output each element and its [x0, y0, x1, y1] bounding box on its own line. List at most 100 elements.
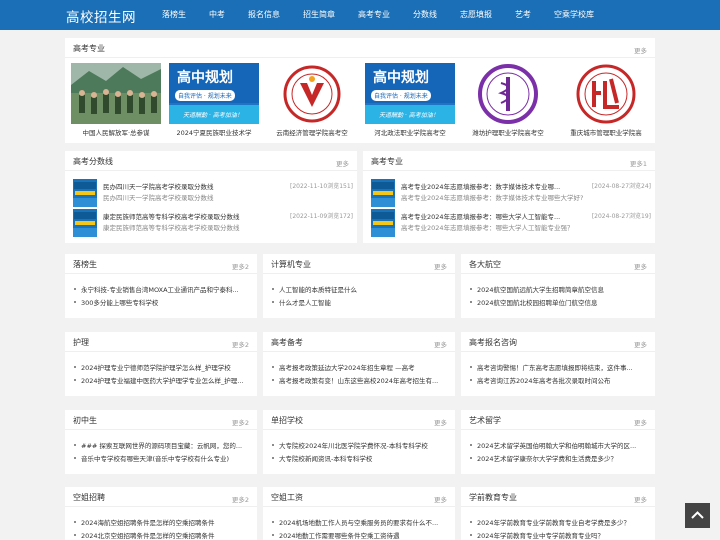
- featured-caption: 2024宁夏民族职业技术学: [176, 129, 252, 137]
- more-link[interactable]: 更多2: [232, 339, 249, 349]
- banner-slogan: 天道酬勤 · 高考加油！: [379, 112, 439, 119]
- featured-caption: 云南经济管理学院高考空: [276, 129, 348, 137]
- card-title: 空姐招聘: [73, 493, 105, 502]
- site-logo[interactable]: 高校招生网: [66, 6, 136, 26]
- list-item[interactable]: 2024海航空姐招聘条件是怎样的空乘招聘条件: [73, 517, 249, 530]
- list-item[interactable]: 高考报考政策有变！山东这些高校2024年高考招生有...: [271, 375, 447, 388]
- nav-item-art-exam[interactable]: 艺考: [506, 0, 540, 30]
- list-item[interactable]: 2024护理专业福建中医药大学护理学专业怎么样_护理...: [73, 375, 249, 388]
- banner-sub-text: 自我评估 · 规划未来: [175, 90, 235, 101]
- featured-caption: 河北政法职业学院高考空: [374, 129, 446, 137]
- nav-item-majors[interactable]: 高考专业: [349, 0, 399, 30]
- more-link[interactable]: 更多: [634, 417, 647, 427]
- featured-item[interactable]: 中国人民解放军·总参谋: [71, 63, 161, 137]
- banner-main-text: 高中规划: [373, 70, 429, 86]
- article-title[interactable]: 康定民族师范高等专科学校高考学校录取分数线: [103, 211, 240, 221]
- nav-item-scores[interactable]: 分数线: [404, 0, 446, 30]
- card-title: 空姐工资: [271, 493, 303, 502]
- list-item[interactable]: 2024航空国航远航大学生招聘简章航空信息: [469, 284, 647, 297]
- more-link[interactable]: 更多: [434, 417, 447, 427]
- card-title: 单招学校: [271, 416, 303, 425]
- more-link[interactable]: 更多: [634, 261, 647, 271]
- article-desc: 民办四川天一学院高考学校录取分数线: [103, 194, 214, 202]
- nav-item-flight-attendant-schools[interactable]: 空乘学校库: [545, 0, 603, 30]
- featured-item[interactable]: 潍坊护理职业学院高考空: [463, 63, 553, 137]
- list-item[interactable]: 永宁科技-专业销售台湾MOXA工业通讯产品和宁泰科...: [73, 284, 249, 297]
- article-item[interactable]: 康定民族师范高等专科学校高考学校录取分数线 [2022-11-09浏览172] …: [73, 209, 353, 237]
- article-title[interactable]: 高考专业2024年志愿填报参考：数字媒体技术专业哪...: [401, 181, 560, 191]
- article-title[interactable]: 高考专业2024年志愿填报参考：哪些大学人工智能专...: [401, 211, 560, 221]
- planning-banner-image: 高中规划 自我评估 · 规划未来 天道酬勤 · 高考加油！: [365, 63, 455, 124]
- article-desc: 高考专业2024年志愿填报参考：哪些大学人工智能专业强？: [401, 224, 574, 232]
- list-item[interactable]: ### 探索互联网世界的源码项目宝藏：云帆网，您的...: [73, 440, 249, 453]
- list-item[interactable]: 2024航空国航北校园招聘单位门航空信息: [469, 297, 647, 310]
- category-card: 高考备考 更多 高考报考政策延边大学2024年招生章程 —高考 高考报考政策有变！山…: [263, 332, 455, 396]
- article-meta: [2022-11-09浏览172]: [289, 213, 353, 220]
- list-item[interactable]: 2024机场地勤工作人员与空乘服务员的要求有什么不...: [271, 517, 447, 530]
- more-link[interactable]: 更多: [434, 339, 447, 349]
- list-item[interactable]: 什么才是人工智能: [271, 297, 447, 310]
- medical-seal-image: [463, 63, 553, 124]
- article-thumbnail: [73, 179, 97, 207]
- article-thumbnail: [371, 209, 395, 237]
- featured-item[interactable]: 重庆城市管理职业学院高: [561, 63, 651, 137]
- more-link[interactable]: 更多: [336, 158, 349, 168]
- list-item[interactable]: 2024艺术留学康奈尔大学学费和生活费是多少？: [469, 453, 647, 466]
- list-item[interactable]: 2024年学前教育专业中专学前教育专业吗？: [469, 530, 647, 540]
- list-item[interactable]: 2024地勤工作需要哪些条件空乘工资待遇: [271, 530, 447, 540]
- list-item[interactable]: 300多分能上哪些专科学校: [73, 297, 249, 310]
- more-link[interactable]: 更多1: [630, 158, 647, 168]
- category-card: 初中生 更多2 ### 探索互联网世界的源码项目宝藏：云帆网，您的... 音乐中专学…: [65, 410, 257, 474]
- article-item[interactable]: 民办四川天一学院高考学校录取分数线 [2022-11-10浏览151] 民办四川…: [73, 179, 353, 207]
- category-card: 学前教育专业 更多 2024年学前教育专业学前教育专业自考学费是多少？ 2024年学…: [461, 487, 655, 540]
- list-item[interactable]: 高考咨询江苏2024年高考各批次录取时间公布: [469, 375, 647, 388]
- category-card: 各大航空 更多 2024航空国航远航大学生招聘简章航空信息 2024航空国航北校园招…: [461, 254, 655, 318]
- more-link[interactable]: 更多2: [232, 261, 249, 271]
- featured-item[interactable]: 高中规划 自我评估 · 规划未来 天道酬勤 · 高考加油！ 河北政法职业学院高考…: [365, 63, 455, 137]
- more-link[interactable]: 更多: [434, 261, 447, 271]
- more-link[interactable]: 更多: [634, 45, 647, 55]
- article-desc: 康定民族师范高等专科学校高考学校录取分数线: [103, 224, 240, 232]
- nav-item-registration[interactable]: 报名信息: [239, 0, 289, 30]
- back-to-top-button[interactable]: [685, 503, 710, 528]
- list-item[interactable]: 音乐中专学校有哪些天津(音乐中专学校有什么专业): [73, 453, 249, 466]
- list-item[interactable]: 大专院校2024年川北医学院学费怀况-本科专科学校: [271, 440, 447, 453]
- article-title[interactable]: 民办四川天一学院高考学校录取分数线: [103, 181, 214, 191]
- article-meta: [2024-08-27浏览19]: [591, 213, 651, 220]
- category-card: 护理 更多2 2024护理专业宁德师范学院护理学怎么样_护理学校 2024护理专业福…: [65, 332, 257, 396]
- list-item[interactable]: 高考报考政策延边大学2024年招生章程 —高考: [271, 362, 447, 375]
- article-item[interactable]: 高考专业2024年志愿填报参考：数字媒体技术专业哪... [2024-08-27…: [371, 179, 651, 207]
- more-link[interactable]: 更多: [634, 494, 647, 504]
- more-link[interactable]: 更多: [634, 339, 647, 349]
- category-card: 空姐工资 更多 2024机场地勤工作人员与空乘服务员的要求有什么不... 2024地…: [263, 487, 455, 540]
- nav-item-fail[interactable]: 落榜生: [153, 0, 195, 30]
- list-item[interactable]: 人工智能的本质特征是什么: [271, 284, 447, 297]
- featured-item[interactable]: 高中规划 自我评估 · 规划未来 天道酬勤 · 高考加油！ 2024宁夏民族职业…: [169, 63, 259, 137]
- category-card: 落榜生 更多2 永宁科技-专业销售台湾MOXA工业通讯产品和宁泰科... 300多分…: [65, 254, 257, 318]
- city-seal-image: [561, 63, 651, 124]
- list-item[interactable]: 2024北京空姐招聘条件是怎样的空乘招聘条件: [73, 530, 249, 540]
- article-item[interactable]: 高考专业2024年志愿填报参考：哪些大学人工智能专... [2024-08-27…: [371, 209, 651, 237]
- more-link[interactable]: 更多2: [232, 494, 249, 504]
- list-item[interactable]: 2024艺术留学英国伯明翰大学和伯明翰城市大学的区...: [469, 440, 647, 453]
- category-card: 空姐招聘 更多2 2024海航空姐招聘条件是怎样的空乘招聘条件 2024北京空姐招聘…: [65, 487, 257, 540]
- category-card: 计算机专业 更多 人工智能的本质特征是什么 什么才是人工智能: [263, 254, 455, 318]
- card-title: 高考专业: [371, 157, 403, 166]
- nav-item-applications[interactable]: 志愿填报: [451, 0, 501, 30]
- more-link[interactable]: 更多2: [232, 417, 249, 427]
- list-item[interactable]: 2024年学前教育专业学前教育专业自考学费是多少？: [469, 517, 647, 530]
- card-title: 高考专业: [73, 44, 105, 53]
- article-desc: 高考专业2024年志愿填报参考：数字媒体技术专业哪些大学好?: [401, 194, 584, 202]
- card-title: 艺术留学: [469, 416, 501, 425]
- list-item[interactable]: 2024护理专业宁德师范学院护理学怎么样_护理学校: [73, 362, 249, 375]
- nav-item-admission-guide[interactable]: 招生简章: [294, 0, 344, 30]
- article-meta: [2022-11-10浏览151]: [289, 183, 353, 190]
- nav-item-zhongkao[interactable]: 中考: [200, 0, 234, 30]
- featured-item[interactable]: 云南经济管理学院高考空: [267, 63, 357, 137]
- card-title: 高考备考: [271, 338, 303, 347]
- list-item[interactable]: 大专院校新闻资讯-本科专科学校: [271, 453, 447, 466]
- list-item[interactable]: 高考咨询警惕！广东高考志愿填报即将结束，这件事...: [469, 362, 647, 375]
- more-link[interactable]: 更多: [434, 494, 447, 504]
- score-lines-card: 高考分数线 更多 民办四川天一学院高考学校录取分数线 [2022-11-10浏览…: [65, 151, 357, 243]
- banner-sub-text: 自我评估 · 规划未来: [371, 90, 431, 101]
